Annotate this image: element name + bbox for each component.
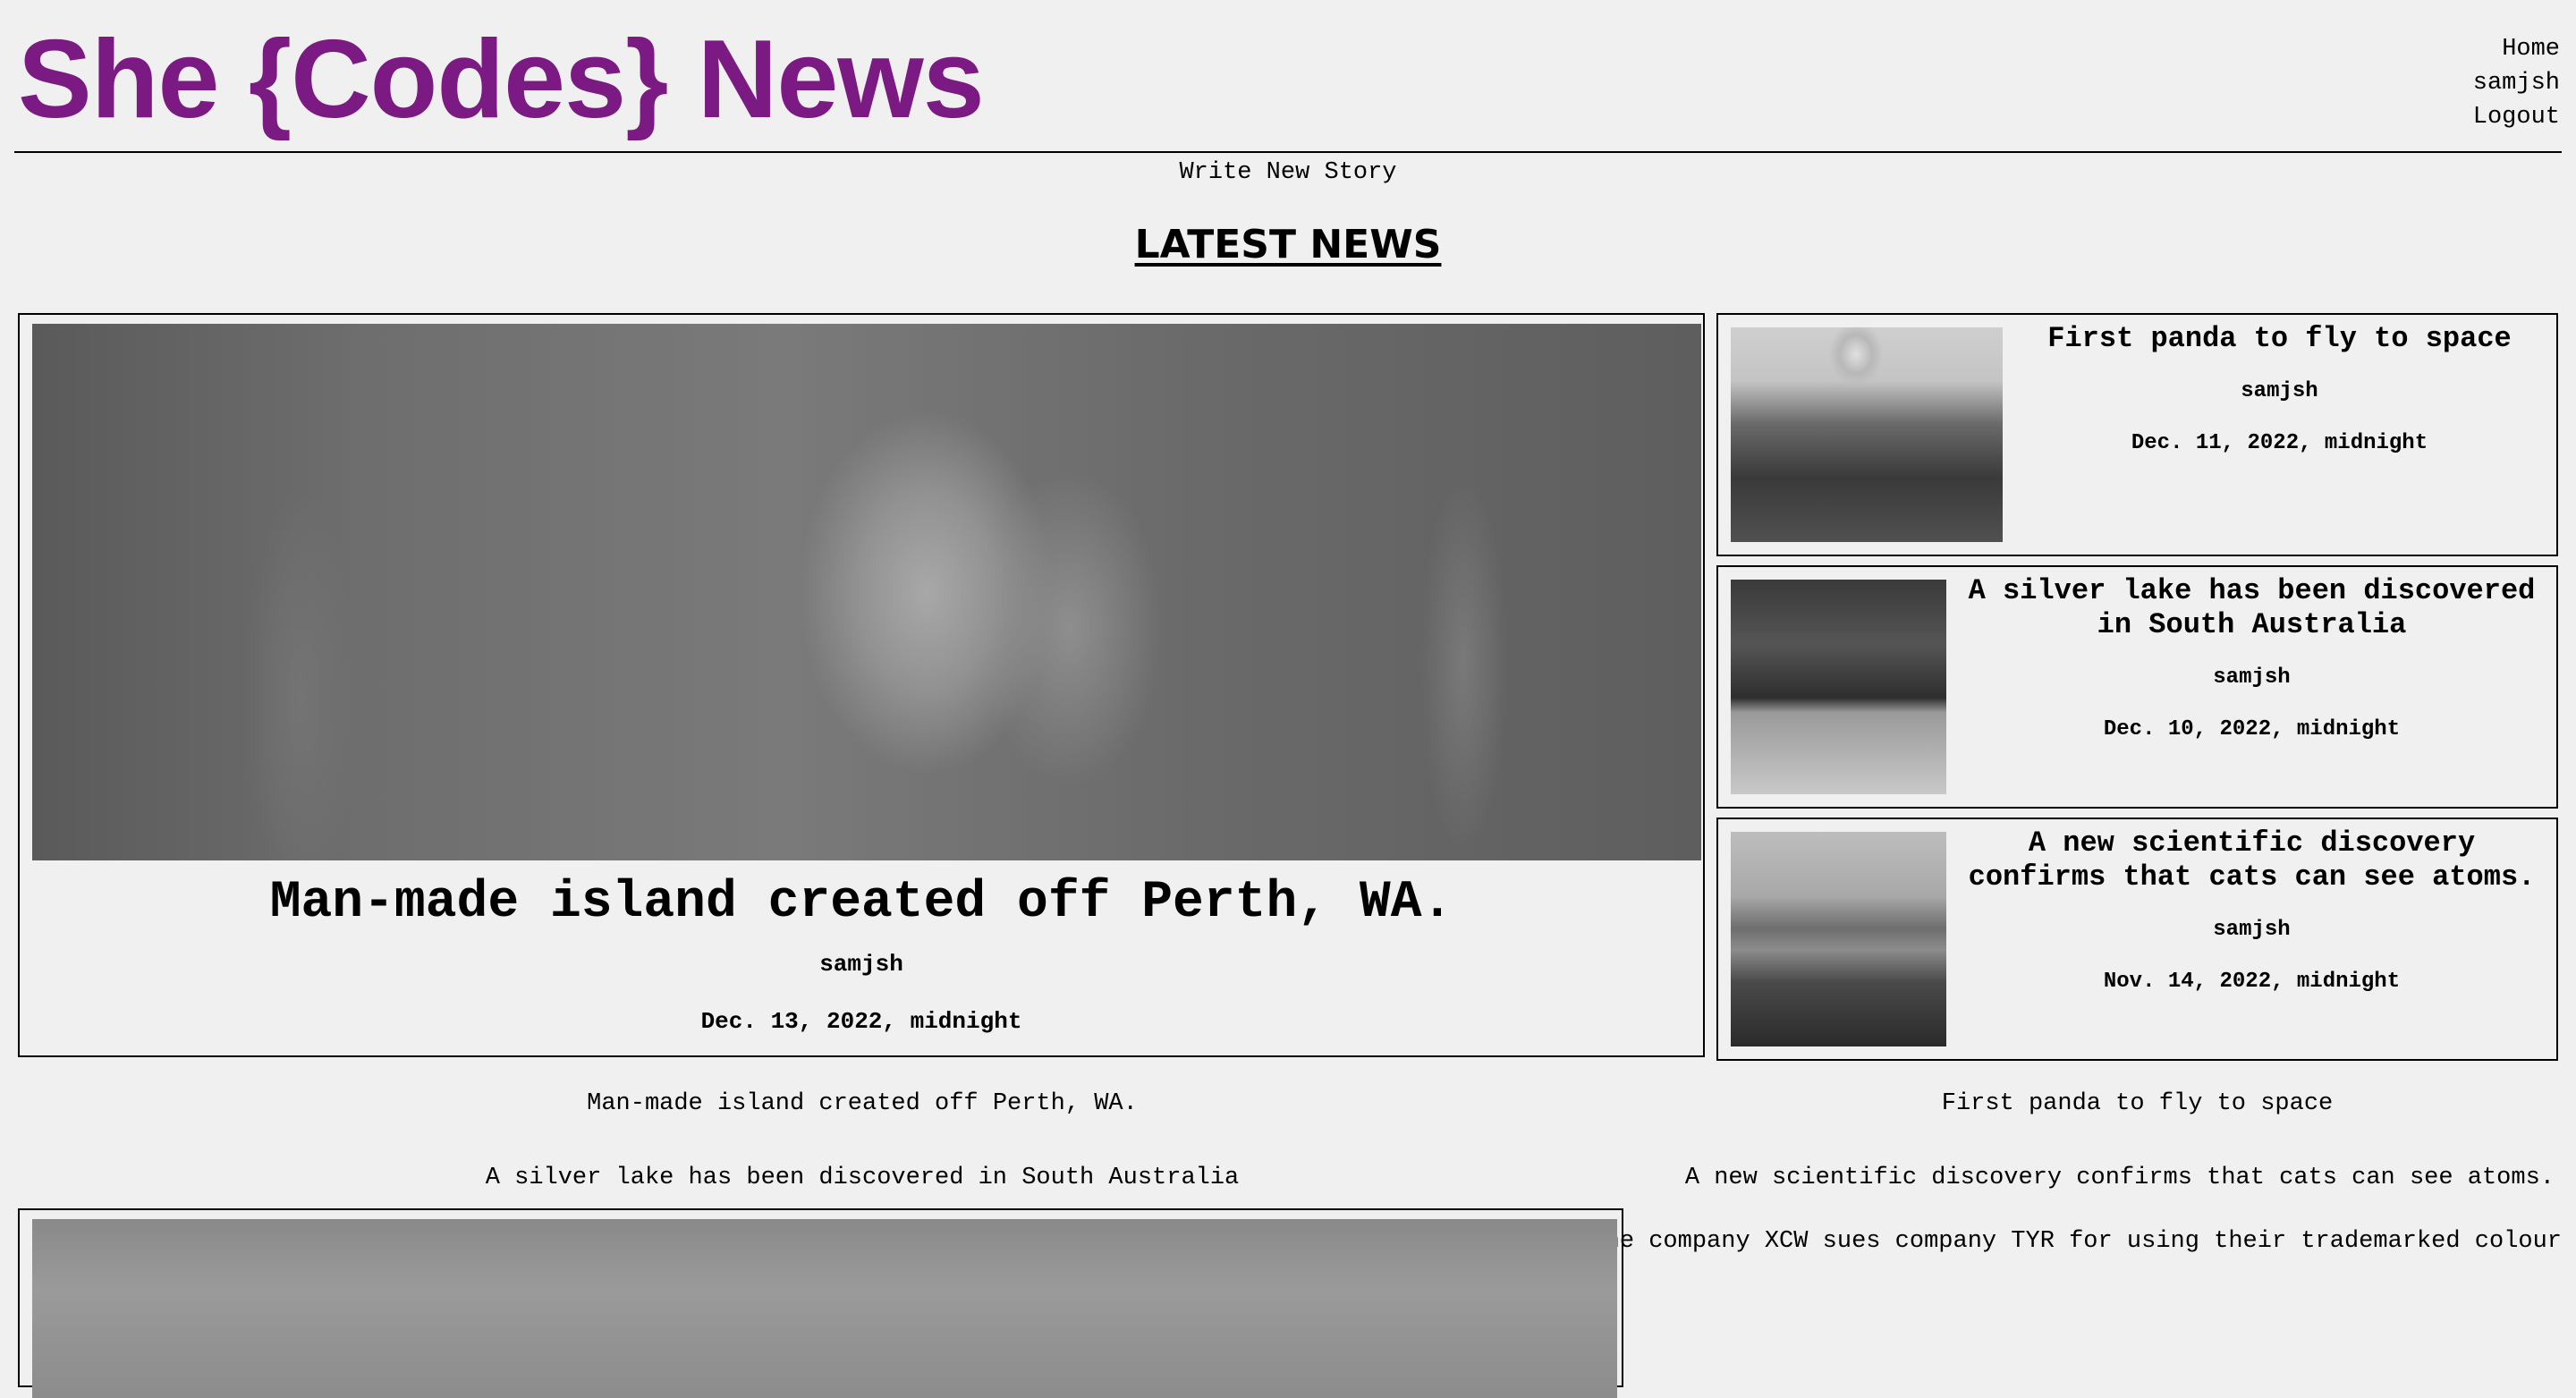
side-story-title: A new scientific discovery confirms that… <box>1968 826 2536 894</box>
side-story-author: samjsh <box>2241 379 2318 403</box>
side-story-author: samjsh <box>2213 918 2291 942</box>
top-nav: Home samjsh Logout <box>2473 32 2560 134</box>
featured-story-card[interactable]: Man-made island created off Perth, WA. s… <box>18 313 1705 1057</box>
story-link[interactable]: A silver lake has been discovered in Sou… <box>0 1161 1724 1195</box>
write-new-story-link[interactable]: Write New Story <box>0 156 2576 190</box>
side-story-author: samjsh <box>2213 665 2291 690</box>
side-story-image <box>1731 832 1946 1046</box>
featured-story-image <box>32 324 1701 860</box>
site-title: She {Codes} News <box>18 18 985 141</box>
nav-logout-link[interactable]: Logout <box>2473 100 2560 134</box>
latest-news-heading: LATEST NEWS <box>1134 222 1442 267</box>
story-link[interactable]: A new scientific discovery confirms that… <box>1685 1161 2555 1195</box>
side-story-date: Nov. 14, 2022, midnight <box>2103 970 2401 994</box>
story-link[interactable]: First panda to fly to space <box>1716 1087 2558 1121</box>
featured-story-author: samjsh <box>819 951 903 978</box>
side-story-title: First panda to fly to space <box>2047 322 2512 355</box>
story-link[interactable]: The company XCW sues company TYR for usi… <box>1590 1224 2562 1258</box>
story-card[interactable] <box>18 1208 1623 1398</box>
side-story-image <box>1731 327 2003 542</box>
side-story-card[interactable]: A silver lake has been discovered in Sou… <box>1716 565 2558 809</box>
side-story-date: Dec. 11, 2022, midnight <box>2131 431 2428 455</box>
side-story-title: A silver lake has been discovered in Sou… <box>1968 574 2536 641</box>
side-story-image <box>1731 580 1946 794</box>
featured-story-date: Dec. 13, 2022, midnight <box>700 1008 1022 1035</box>
header-divider <box>14 151 2562 153</box>
side-story-card[interactable]: First panda to fly to space samjsh Dec. … <box>1716 313 2558 556</box>
featured-story-title: Man-made island created off Perth, WA. <box>269 874 1453 932</box>
side-story-card[interactable]: A new scientific discovery confirms that… <box>1716 818 2558 1061</box>
story-link[interactable]: Man-made island created off Perth, WA. <box>0 1087 1724 1121</box>
nav-home-link[interactable]: Home <box>2473 32 2560 66</box>
nav-user-link[interactable]: samjsh <box>2473 66 2560 100</box>
story-card-image <box>32 1219 1617 1398</box>
side-story-date: Dec. 10, 2022, midnight <box>2103 717 2401 741</box>
